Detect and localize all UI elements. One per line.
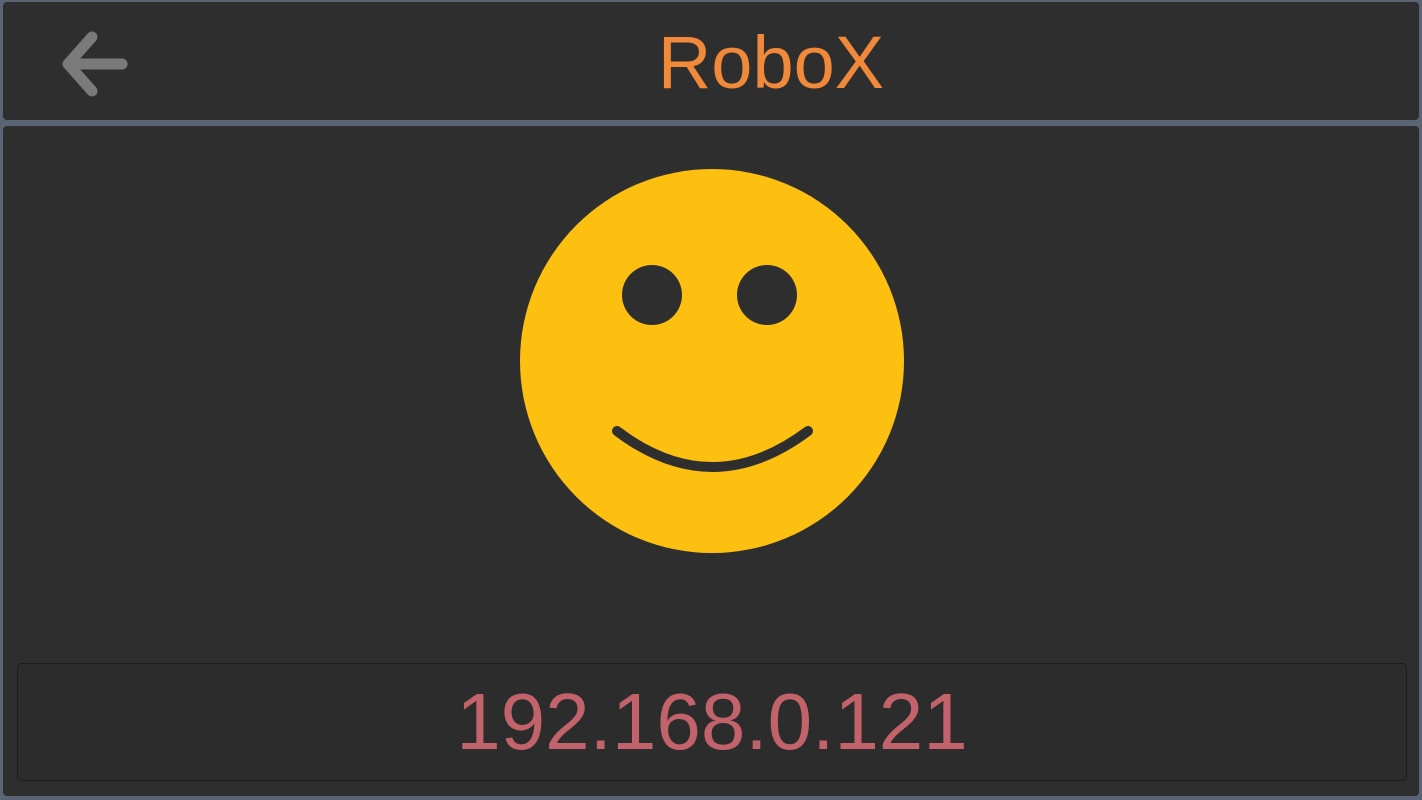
page-title: RoboX	[657, 21, 885, 104]
main-panel: 192.168.0.121	[3, 126, 1419, 796]
ip-address-box: 192.168.0.121	[17, 663, 1407, 781]
back-button[interactable]	[57, 28, 133, 100]
app-screen: RoboX 192.168.0.121	[0, 0, 1422, 800]
face-circle	[520, 169, 904, 553]
smiley-face-icon	[520, 169, 904, 553]
header-bar: RoboX	[3, 2, 1419, 120]
right-eye	[737, 265, 797, 325]
left-eye	[622, 265, 682, 325]
arrow-left-icon	[62, 31, 128, 97]
ip-address-text: 192.168.0.121	[456, 677, 968, 766]
